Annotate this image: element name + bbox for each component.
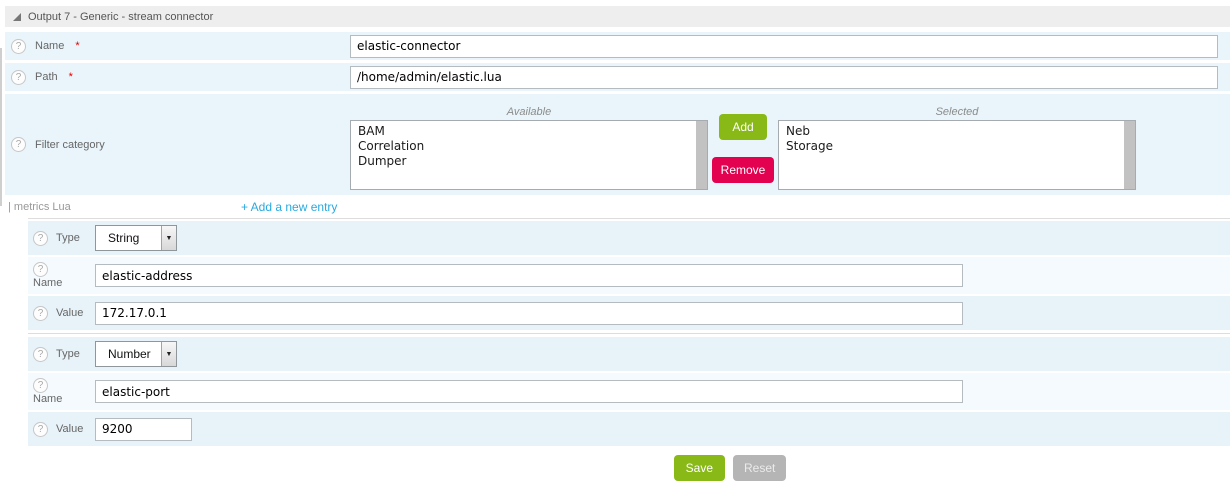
help-icon[interactable]: ? [11,39,26,54]
collapse-icon[interactable] [13,13,21,21]
type-label: Type [56,232,80,244]
name-label: Name [35,40,64,52]
help-icon[interactable]: ? [33,347,48,362]
selected-column: Selected Neb Storage [778,100,1136,190]
broker-output-form: Output 7 - Generic - stream connector ? … [0,6,1230,483]
metric-value-label-cell: ? Value [28,422,95,437]
metric-name-row: ? Name [28,257,1230,294]
selected-caption: Selected [778,106,1136,118]
type-select-value: String [96,226,161,250]
metric-entry: ? Type Number ▼ ? Name ? Value [28,333,1230,446]
available-listbox[interactable]: BAM Correlation Dumper [350,120,708,190]
left-edge-scrollbar-fragment [0,48,2,206]
listbox-scrollbar[interactable] [696,121,707,189]
name-input[interactable] [350,35,1218,58]
list-item[interactable]: Neb [786,124,1121,139]
path-label: Path [35,71,58,83]
help-icon[interactable]: ? [33,231,48,246]
type-row: ? Type String ▼ [28,221,1230,255]
metric-name-row: ? Name [28,373,1230,410]
metric-value-label-cell: ? Value [28,306,95,321]
metric-value-row: ? Value [28,412,1230,446]
list-item[interactable]: BAM [358,124,693,139]
metric-value-label: Value [56,307,83,319]
form-actions: Save Reset [0,455,1230,481]
section-title: Output 7 - Generic - stream connector [28,11,213,23]
required-asterisk: * [69,71,73,83]
help-icon[interactable]: ? [11,70,26,85]
help-icon[interactable]: ? [33,422,48,437]
path-row: ? Path * [5,63,1230,91]
help-icon[interactable]: ? [11,137,26,152]
metric-value-input[interactable] [95,418,192,441]
metric-value-label: Value [56,423,83,435]
metric-value-row: ? Value [28,296,1230,330]
metric-value-input[interactable] [95,302,963,325]
available-column: Available BAM Correlation Dumper [350,100,708,190]
metrics-section-head: | metrics Lua + Add a new entry [5,199,1230,215]
type-select-value: Number [96,342,161,366]
help-icon[interactable]: ? [33,306,48,321]
name-row: ? Name * [5,32,1230,60]
path-input[interactable] [350,66,1218,89]
type-select[interactable]: Number ▼ [95,341,177,367]
listbox-scrollbar[interactable] [1124,121,1135,189]
filter-category-duallist: Available BAM Correlation Dumper Add Rem… [350,100,1136,190]
metric-entry: ? Type String ▼ ? Name ? Value [28,221,1230,330]
help-icon[interactable]: ? [33,262,48,277]
path-label-cell: ? Path * [5,70,350,85]
list-item[interactable]: Correlation [358,139,693,154]
help-icon[interactable]: ? [33,378,48,393]
list-item[interactable]: Storage [786,139,1121,154]
metrics-section-label: | metrics Lua [5,201,241,213]
metric-name-label-cell: ? Name [28,262,95,289]
reset-button[interactable]: Reset [733,455,786,481]
type-select[interactable]: String ▼ [95,225,177,251]
type-row: ? Type Number ▼ [28,337,1230,371]
type-label: Type [56,348,80,360]
filter-category-label: Filter category [35,139,105,151]
chevron-down-icon[interactable]: ▼ [161,226,176,250]
save-button[interactable]: Save [674,455,725,481]
metric-name-label: Name [33,393,62,405]
section-header[interactable]: Output 7 - Generic - stream connector [5,6,1230,27]
filter-category-label-cell: ? Filter category [5,137,350,152]
list-item[interactable]: Dumper [358,154,693,169]
remove-button[interactable]: Remove [712,157,775,183]
name-label-cell: ? Name * [5,39,350,54]
add-button[interactable]: Add [719,114,766,140]
available-caption: Available [350,106,708,118]
metric-name-label-cell: ? Name [28,378,95,405]
filter-category-row: ? Filter category Available BAM Correlat… [5,94,1230,195]
add-new-entry-link[interactable]: + Add a new entry [241,200,337,214]
type-label-cell: ? Type [28,231,95,246]
type-label-cell: ? Type [28,347,95,362]
metrics-entries-block: ? Type String ▼ ? Name ? Value [28,218,1230,446]
chevron-down-icon[interactable]: ▼ [161,342,176,366]
metric-name-input[interactable] [95,380,963,403]
required-asterisk: * [75,40,79,52]
transfer-buttons: Add Remove [708,100,778,183]
selected-listbox[interactable]: Neb Storage [778,120,1136,190]
metric-name-input[interactable] [95,264,963,287]
metric-name-label: Name [33,277,62,289]
